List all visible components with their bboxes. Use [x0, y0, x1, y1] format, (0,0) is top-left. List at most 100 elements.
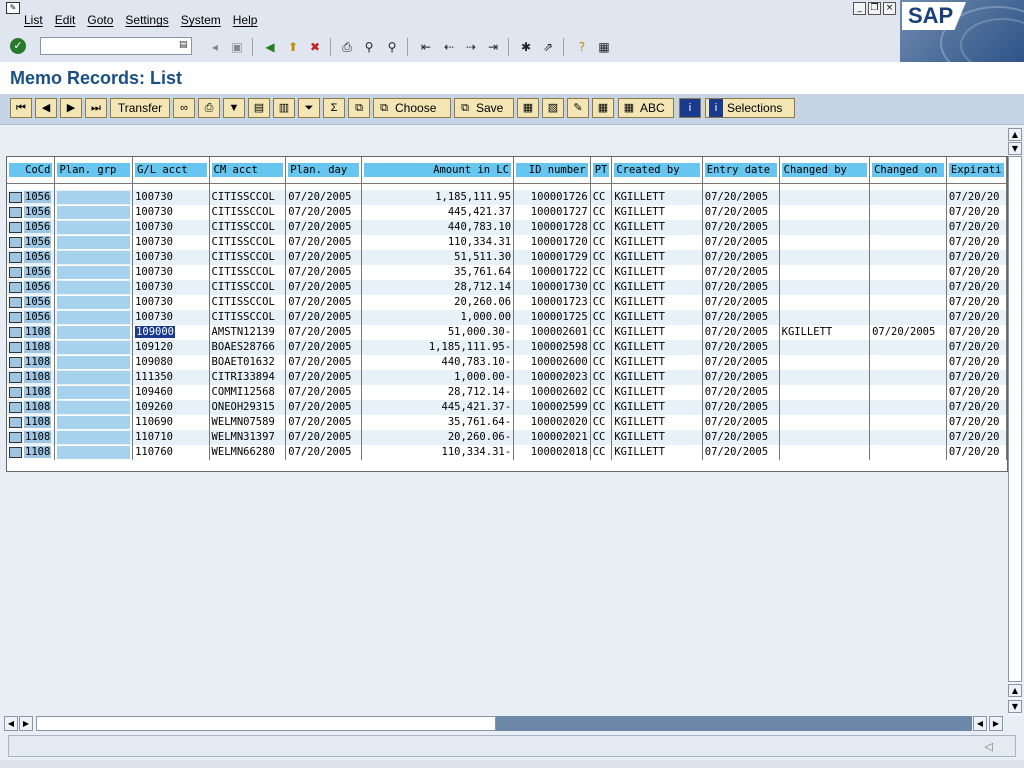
save-button[interactable]: ⧉ Save: [454, 98, 514, 118]
cell-entry-date[interactable]: 07/20/2005: [702, 325, 780, 340]
cell-created-by[interactable]: KGILLETT: [611, 355, 703, 370]
table-row[interactable]: 1108 109080 BOAET01632 07/20/2005 440,783.10…: [7, 355, 1007, 370]
table-row[interactable]: 1056 100730 CITISSCCOL 07/20/2005 440,783.10…: [7, 220, 1007, 235]
cell-gl-acct[interactable]: 109120: [132, 340, 210, 355]
cell-plan-grp[interactable]: [54, 445, 134, 460]
cell-pt[interactable]: CC: [590, 385, 613, 400]
cell-entry-date[interactable]: 07/20/2005: [702, 355, 780, 370]
previous-record-button[interactable]: ◀: [35, 98, 57, 118]
cell-pt[interactable]: CC: [590, 265, 613, 280]
cell-amount[interactable]: 51,000.30-: [361, 325, 515, 340]
cell-cm-acct[interactable]: BOAET01632: [209, 355, 287, 370]
scroll-left-start-icon[interactable]: ◀: [4, 716, 18, 731]
cell-changed-on[interactable]: [869, 250, 947, 265]
sort-button[interactable]: ▼: [223, 98, 245, 118]
cell-amount[interactable]: 1,185,111.95-: [361, 340, 515, 355]
scroll-bottom-icon[interactable]: ▼: [1008, 700, 1022, 713]
cell-entry-date[interactable]: 07/20/2005: [702, 265, 780, 280]
vertical-scroll-thumb[interactable]: [1008, 156, 1022, 682]
back-icon[interactable]: ◀: [261, 38, 279, 56]
cell-changed-by[interactable]: [779, 415, 871, 430]
find-next-icon[interactable]: ⚲: [383, 38, 401, 56]
cell-amount[interactable]: 110,334.31: [361, 235, 515, 250]
prev-icon[interactable]: ◂: [206, 38, 224, 56]
cell-expiration[interactable]: 07/20/20: [946, 340, 1007, 355]
glasses-button[interactable]: ∞: [173, 98, 195, 118]
cell-pt[interactable]: CC: [590, 325, 613, 340]
menu-settings[interactable]: Settings: [119, 13, 174, 27]
cell-amount[interactable]: 445,421.37-: [361, 400, 515, 415]
cell-expiration[interactable]: 07/20/20: [946, 265, 1007, 280]
cell-cm-acct[interactable]: CITISSCCOL: [209, 310, 287, 325]
table-row[interactable]: 1056 100730 CITISSCCOL 07/20/2005 28,712.14 1…: [7, 280, 1007, 295]
menu-help[interactable]: Help: [227, 13, 264, 27]
column-header-changed-on[interactable]: Changed on: [869, 157, 947, 184]
choose-button[interactable]: ⧉ Choose: [373, 98, 451, 118]
row-select-checkbox[interactable]: [9, 356, 22, 368]
cell-amount[interactable]: 440,783.10: [361, 220, 515, 235]
cell-plan-day[interactable]: 07/20/2005: [285, 325, 363, 340]
cell-id-number[interactable]: 100002020: [513, 415, 591, 430]
row-select-checkbox[interactable]: [9, 416, 22, 428]
cell-gl-acct[interactable]: 109080: [132, 355, 210, 370]
cell-plan-grp[interactable]: [54, 235, 134, 250]
cell-changed-by[interactable]: [779, 370, 871, 385]
cell-cocd[interactable]: 1056: [7, 205, 56, 220]
previous-page-icon[interactable]: ⇠: [440, 38, 458, 56]
cell-created-by[interactable]: KGILLETT: [611, 385, 703, 400]
scroll-right-icon[interactable]: ◀: [973, 716, 987, 731]
cell-changed-on[interactable]: [869, 400, 947, 415]
column-header-entry-date[interactable]: Entry date: [702, 157, 780, 184]
cell-plan-day[interactable]: 07/20/2005: [285, 235, 363, 250]
cell-plan-grp[interactable]: [54, 205, 134, 220]
cell-cm-acct[interactable]: COMMI12568: [209, 385, 287, 400]
cell-entry-date[interactable]: 07/20/2005: [702, 205, 780, 220]
status-expand-icon[interactable]: ◁: [985, 740, 993, 753]
cell-id-number[interactable]: 100002599: [513, 400, 591, 415]
menu-system[interactable]: System: [175, 13, 227, 27]
cell-cocd[interactable]: 1108: [7, 415, 56, 430]
cell-changed-on[interactable]: [869, 415, 947, 430]
cell-plan-day[interactable]: 07/20/2005: [285, 310, 363, 325]
cell-plan-day[interactable]: 07/20/2005: [285, 415, 363, 430]
cell-gl-acct[interactable]: 109460: [132, 385, 210, 400]
cell-id-number[interactable]: 100002021: [513, 430, 591, 445]
cell-cocd[interactable]: 1056: [7, 295, 56, 310]
cell-cm-acct[interactable]: BOAES28766: [209, 340, 287, 355]
cell-gl-acct[interactable]: 110690: [132, 415, 210, 430]
cell-entry-date[interactable]: 07/20/2005: [702, 250, 780, 265]
cell-plan-day[interactable]: 07/20/2005: [285, 190, 363, 205]
row-select-checkbox[interactable]: [9, 206, 22, 218]
calculator-button[interactable]: ▦: [592, 98, 614, 118]
last-page-icon[interactable]: ⇥: [484, 38, 502, 56]
cell-entry-date[interactable]: 07/20/2005: [702, 445, 780, 460]
cell-plan-grp[interactable]: [54, 280, 134, 295]
cell-amount[interactable]: 35,761.64-: [361, 415, 515, 430]
menu-goto[interactable]: Goto: [81, 13, 119, 27]
row-select-checkbox[interactable]: [9, 326, 22, 338]
cell-cocd[interactable]: 1056: [7, 310, 56, 325]
cell-expiration[interactable]: 07/20/20: [946, 370, 1007, 385]
column-header-id-number[interactable]: ID number: [513, 157, 591, 184]
cell-pt[interactable]: CC: [590, 415, 613, 430]
cell-changed-on[interactable]: [869, 445, 947, 460]
cell-expiration[interactable]: 07/20/20: [946, 325, 1007, 340]
cell-expiration[interactable]: 07/20/20: [946, 235, 1007, 250]
cell-plan-grp[interactable]: [54, 430, 134, 445]
cell-amount[interactable]: 1,185,111.95: [361, 190, 515, 205]
cell-entry-date[interactable]: 07/20/2005: [702, 190, 780, 205]
cell-cocd[interactable]: 1056: [7, 235, 56, 250]
cell-amount[interactable]: 110,334.31-: [361, 445, 515, 460]
table-row[interactable]: 1108 110710 WELMN31397 07/20/2005 20,260.06-…: [7, 430, 1007, 445]
cell-id-number[interactable]: 100001725: [513, 310, 591, 325]
create-session-icon[interactable]: ✱: [517, 38, 535, 56]
cell-amount[interactable]: 1,000.00-: [361, 370, 515, 385]
cell-id-number[interactable]: 100002600: [513, 355, 591, 370]
cell-created-by[interactable]: KGILLETT: [611, 430, 703, 445]
cell-id-number[interactable]: 100001727: [513, 205, 591, 220]
cell-cocd[interactable]: 1108: [7, 370, 56, 385]
cell-expiration[interactable]: 07/20/20: [946, 205, 1007, 220]
cell-created-by[interactable]: KGILLETT: [611, 340, 703, 355]
cell-plan-day[interactable]: 07/20/2005: [285, 370, 363, 385]
cell-pt[interactable]: CC: [590, 220, 613, 235]
